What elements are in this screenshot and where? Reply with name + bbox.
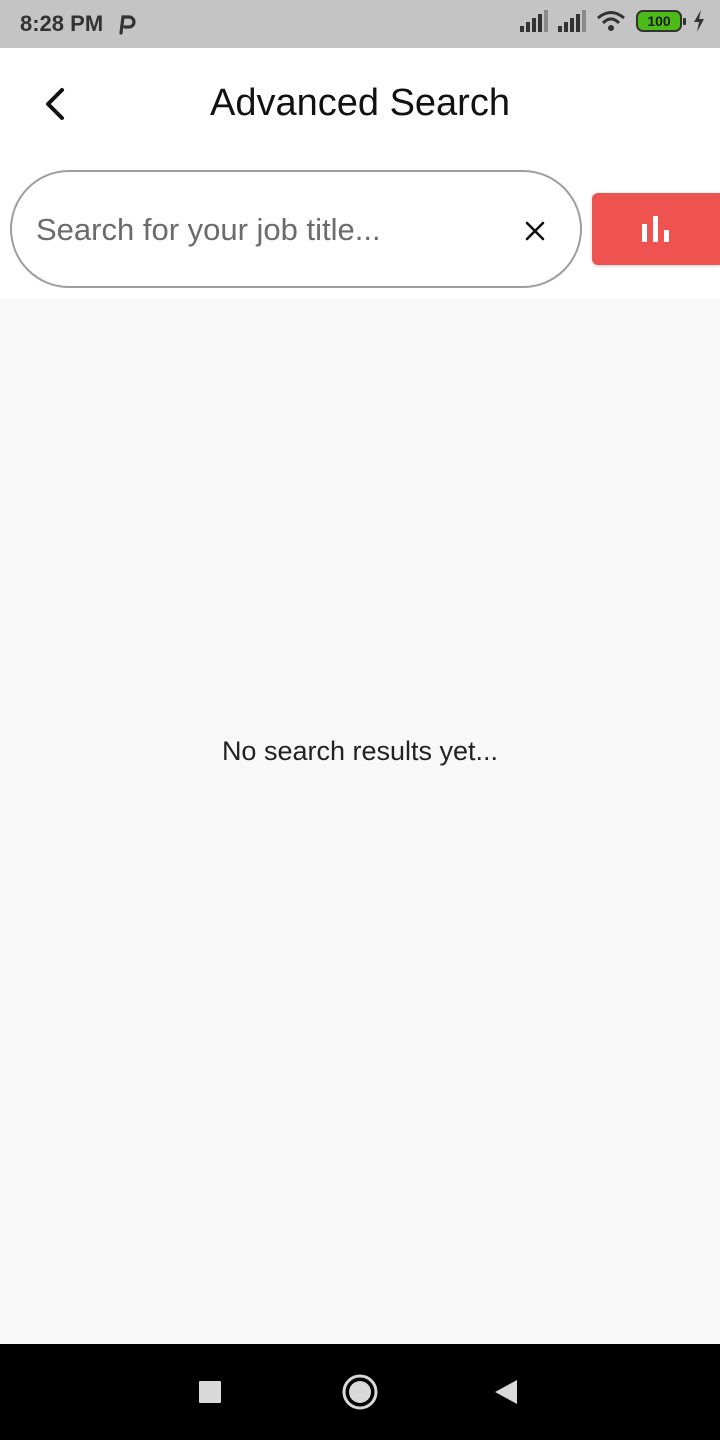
home-circle-icon bbox=[342, 1374, 378, 1410]
page-title: Advanced Search bbox=[210, 82, 510, 124]
close-icon bbox=[525, 221, 545, 241]
clear-search-button[interactable] bbox=[512, 208, 558, 254]
filter-button[interactable] bbox=[592, 193, 720, 265]
battery-level: 100 bbox=[647, 13, 671, 29]
back-nav-button[interactable] bbox=[482, 1368, 530, 1416]
recents-square-icon bbox=[199, 1381, 221, 1403]
search-input[interactable] bbox=[36, 206, 496, 254]
search-row bbox=[0, 160, 720, 298]
back-triangle-icon bbox=[495, 1380, 517, 1404]
system-nav-bar bbox=[0, 1344, 720, 1440]
wifi-icon bbox=[597, 11, 625, 31]
status-bar: 8:28 PM 100 bbox=[0, 0, 720, 48]
signal-icon bbox=[520, 10, 548, 32]
status-icons: 100 bbox=[520, 10, 706, 32]
charging-icon bbox=[694, 10, 704, 32]
empty-results-message: No search results yet... bbox=[221, 736, 499, 766]
recents-button[interactable] bbox=[186, 1368, 234, 1416]
bar-chart-icon bbox=[642, 216, 669, 242]
parking-icon bbox=[119, 15, 136, 35]
status-time: 8:28 PM bbox=[20, 11, 104, 36]
search-box bbox=[10, 170, 582, 288]
signal-icon bbox=[558, 10, 586, 32]
home-button[interactable] bbox=[336, 1368, 384, 1416]
battery-icon: 100 bbox=[636, 10, 686, 32]
results-area: No search results yet... bbox=[0, 298, 720, 1344]
app-bar: Advanced Search bbox=[0, 48, 720, 160]
